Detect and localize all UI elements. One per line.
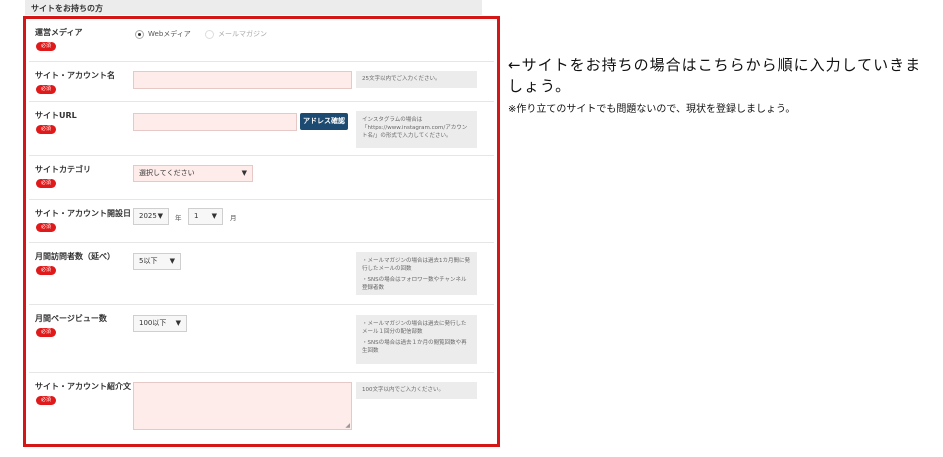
- account-name-input[interactable]: [133, 71, 352, 89]
- row-visitors: 月間訪問者数（延べ） 必須 5以下 ▼ メールマガジンの場合は過去1カ月間に発行…: [29, 243, 494, 305]
- row-media: 運営メディア 必須 Webメディア メールマガジン: [29, 19, 494, 62]
- required-badge: 必須: [36, 179, 56, 188]
- intro-textarea[interactable]: ◢: [133, 382, 352, 430]
- caret-down-icon: ▼: [169, 257, 175, 265]
- caret-down-icon: ▼: [211, 212, 217, 220]
- caret-down-icon: ▼: [157, 212, 163, 220]
- site-url-label: サイトURL: [35, 111, 77, 120]
- open-date-label: サイト・アカウント開設日: [35, 209, 131, 218]
- category-label: サイトカテゴリ: [35, 165, 91, 174]
- row-account-name: サイト・アカウント名 必須 25文字以内でご入力ください。: [29, 62, 494, 102]
- month-unit: 月: [230, 214, 237, 222]
- pageviews-hint: メールマガジンの場合は過去に発行したメール１回分の配信部数 SNSの場合は過去１…: [356, 315, 477, 364]
- visitors-hint-item: SNSの場合はフォロワー数やチャンネル登録者数: [362, 276, 471, 292]
- required-badge: 必須: [36, 85, 56, 94]
- required-badge: 必須: [36, 328, 56, 337]
- check-address-button[interactable]: アドレス確認: [300, 113, 348, 130]
- caret-down-icon: ▼: [175, 319, 181, 327]
- pageviews-hint-item: メールマガジンの場合は過去に発行したメール１回分の配信部数: [362, 320, 471, 336]
- intro-hint: 100文字以内でご入力ください。: [356, 382, 477, 399]
- radio-checked-icon: [135, 29, 144, 39]
- site-url-input[interactable]: [133, 113, 297, 131]
- radio-unchecked-icon: [205, 29, 214, 39]
- media-label: 運営メディア: [35, 28, 83, 37]
- resize-handle-icon[interactable]: ◢: [345, 422, 350, 429]
- category-select[interactable]: 選択してください ▼: [133, 165, 253, 182]
- required-badge: 必須: [36, 125, 56, 134]
- visitors-hint-item: メールマガジンの場合は過去1カ月間に発行したメールの回数: [362, 257, 471, 273]
- visitors-select[interactable]: 5以下 ▼: [133, 253, 181, 270]
- pageviews-label: 月間ページビュー数: [35, 314, 107, 323]
- year-unit: 年: [175, 214, 182, 222]
- annotation-main: ←サイトをお持ちの場合はこちらから順に入力していきましょう。: [508, 56, 922, 95]
- required-badge: 必須: [36, 223, 56, 232]
- site-form-highlight-frame: 運営メディア 必須 Webメディア メールマガジン サイト・アカウント名 必須 …: [23, 16, 500, 447]
- section-title: サイトをお持ちの方: [25, 0, 482, 15]
- row-intro: サイト・アカウント紹介文 必須 ◢ 100文字以内でご入力ください。: [29, 373, 494, 444]
- required-badge: 必須: [36, 42, 56, 51]
- row-site-url: サイトURL 必須 アドレス確認 インスタグラムの場合は「https://www…: [29, 102, 494, 156]
- month-select[interactable]: 1 ▼: [188, 208, 223, 225]
- account-name-hint: 25文字以内でご入力ください。: [356, 71, 477, 88]
- year-select[interactable]: 2025 ▼: [133, 208, 169, 225]
- required-badge: 必須: [36, 396, 56, 405]
- annotation-sub: ※作り立てのサイトでも問題ないので、現状を登録しましょう。: [508, 104, 796, 115]
- required-badge: 必須: [36, 266, 56, 275]
- visitors-label: 月間訪問者数（延べ）: [35, 252, 115, 261]
- row-category: サイトカテゴリ 必須 選択してください ▼: [29, 156, 494, 200]
- visitors-hint: メールマガジンの場合は過去1カ月間に発行したメールの回数 SNSの場合はフォロワ…: [356, 252, 477, 295]
- account-name-label: サイト・アカウント名: [35, 71, 115, 80]
- radio-web-media[interactable]: Webメディア: [135, 29, 191, 39]
- pageviews-hint-item: SNSの場合は過去１か月の閲覧回数や再生回数: [362, 339, 471, 355]
- caret-down-icon: ▼: [241, 169, 247, 177]
- pageviews-select[interactable]: 100以下 ▼: [133, 315, 187, 332]
- row-pageviews: 月間ページビュー数 必須 100以下 ▼ メールマガジンの場合は過去に発行したメ…: [29, 305, 494, 373]
- radio-mail-magazine[interactable]: メールマガジン: [205, 29, 267, 39]
- intro-label: サイト・アカウント紹介文: [35, 382, 131, 391]
- site-url-hint: インスタグラムの場合は「https://www.instagram.com/アカ…: [356, 111, 477, 148]
- row-open-date: サイト・アカウント開設日 必須 2025 ▼ 年 1 ▼ 月: [29, 200, 494, 243]
